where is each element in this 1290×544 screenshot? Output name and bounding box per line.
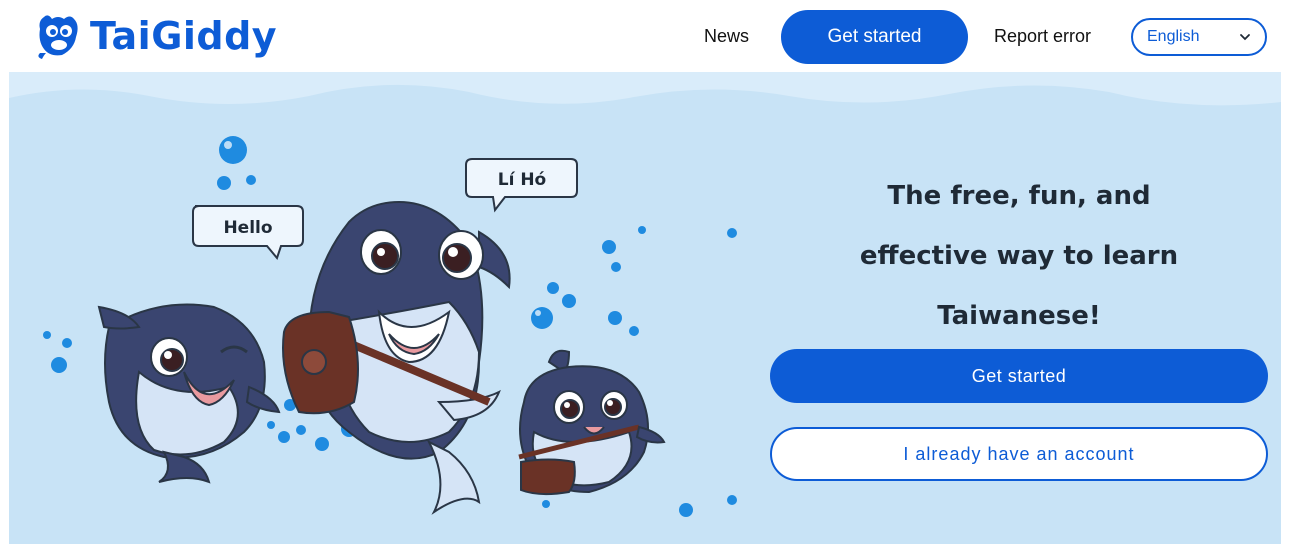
hero-login-button[interactable]: I already have an account (770, 427, 1268, 481)
tagline-line-3: Taiwanese! (937, 301, 1101, 331)
hero-tagline: The free, fun, and effective way to lear… (769, 166, 1269, 346)
brand-logo[interactable]: TaiGiddy (34, 8, 277, 64)
nav-report-error-link[interactable]: Report error (994, 26, 1091, 47)
orca-left (97, 303, 281, 484)
tagline-line-2: effective way to learn (859, 241, 1179, 271)
speech-hello-text: Hello (223, 218, 272, 238)
speech-bubble-hello: Hello (192, 205, 304, 261)
speech-bubble-li-ho: Lí Hó (465, 158, 578, 213)
top-nav-bar: TaiGiddy News Get started Report error E… (0, 0, 1290, 72)
language-select[interactable]: English (1131, 18, 1267, 56)
tagline-line-1: The free, fun, and (887, 181, 1151, 211)
chevron-down-icon (1240, 34, 1250, 41)
nav-news-link[interactable]: News (704, 26, 749, 47)
orca-illustration: Hello Lí Hó (43, 136, 737, 517)
orca-large (282, 200, 511, 515)
language-selected-value: English (1147, 28, 1200, 45)
speech-li-ho-text: Lí Hó (498, 170, 547, 190)
brand-name: TaiGiddy (90, 14, 278, 58)
hero-section: Hello Lí Hó The free, fun, and effective… (9, 72, 1281, 544)
orca-small (518, 349, 666, 496)
nav-get-started-button[interactable]: Get started (781, 10, 968, 64)
hero-get-started-button[interactable]: Get started (770, 349, 1268, 403)
orca-mascot-icon (38, 15, 78, 59)
